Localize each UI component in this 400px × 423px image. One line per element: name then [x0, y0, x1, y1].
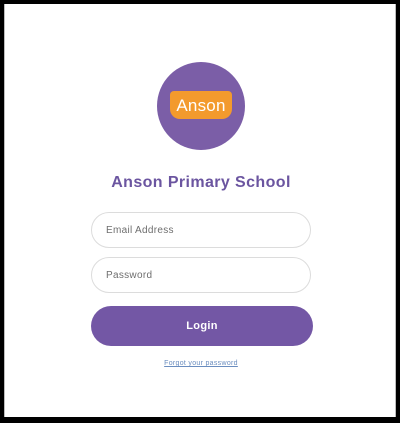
school-logo: Anson [157, 62, 245, 150]
school-name: Anson Primary School [111, 174, 291, 191]
login-card: Anson Anson Primary School Login Forgot … [4, 4, 396, 417]
forgot-password-link[interactable]: Forgot your password [5, 360, 397, 367]
logo-text: Anson [176, 95, 226, 115]
login-button[interactable]: Login [91, 306, 313, 346]
logo-badge: Anson [170, 91, 232, 119]
password-field[interactable] [91, 257, 311, 293]
email-field[interactable] [91, 212, 311, 248]
